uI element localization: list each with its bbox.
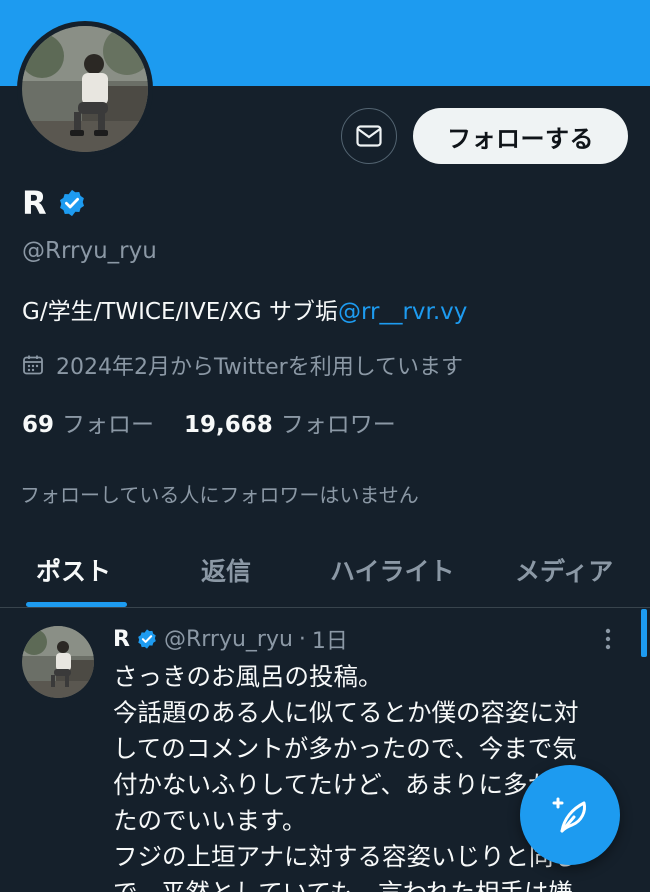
post-author-name[interactable]: R bbox=[113, 627, 130, 652]
joined-date: 2024年2月からTwitterを利用しています bbox=[22, 349, 463, 381]
following-stat[interactable]: 69 フォロー bbox=[22, 405, 154, 439]
more-vertical-icon[interactable] bbox=[604, 627, 612, 655]
tab-replies[interactable]: 返信 bbox=[201, 552, 251, 588]
calendar-icon bbox=[23, 355, 43, 375]
post-author-handle: @Rrryu_ryu bbox=[163, 626, 293, 652]
bio-mention-link[interactable]: @rr__rvr.vy bbox=[338, 299, 467, 325]
display-name: R bbox=[22, 184, 47, 222]
compose-feather-icon bbox=[552, 797, 586, 833]
post-line: さっきのお風呂の投稿。 bbox=[113, 662, 383, 691]
post-avatar-photo bbox=[22, 626, 94, 698]
profile-handle: @Rrryu_ryu bbox=[22, 238, 157, 264]
verified-badge-icon[interactable] bbox=[57, 188, 87, 218]
joined-text: 2024年2月からTwitterを利用しています bbox=[56, 355, 464, 380]
tab-highlights[interactable]: ハイライト bbox=[330, 552, 455, 588]
post-header: R @Rrryu_ryu · 1日 bbox=[113, 623, 348, 655]
envelope-icon bbox=[356, 125, 382, 147]
scroll-indicator bbox=[641, 609, 647, 657]
message-button[interactable] bbox=[341, 108, 397, 164]
post-avatar[interactable] bbox=[22, 626, 94, 698]
active-tab-indicator bbox=[26, 602, 127, 607]
followers-stat[interactable]: 19,668 フォロワー bbox=[184, 405, 396, 439]
follow-button[interactable]: フォローする bbox=[413, 108, 628, 164]
followers-count: 19,668 bbox=[184, 412, 273, 438]
tab-posts[interactable]: ポスト bbox=[36, 552, 111, 588]
post-line: 今話題のある人に似てるとか僕の容姿に対 bbox=[113, 698, 579, 727]
profile-bio: G/学生/TWICE/IVE/XG サブ垢@rr__rvr.vy bbox=[22, 292, 467, 326]
mutual-followers-note: フォローしている人にフォロワーはいません bbox=[20, 483, 419, 507]
profile-tabs: ポスト 返信 ハイライト メディア bbox=[0, 540, 650, 608]
tab-media[interactable]: メディア bbox=[515, 552, 613, 588]
verified-badge-icon bbox=[138, 629, 156, 649]
following-label: フォロー bbox=[62, 412, 155, 438]
post-line: してのコメントが多かったので、今まで気 bbox=[113, 734, 577, 763]
bio-text: G/学生/TWICE/IVE/XG サブ垢 bbox=[22, 299, 338, 325]
avatar-photo bbox=[22, 26, 148, 152]
profile-avatar[interactable] bbox=[17, 21, 153, 157]
compose-button[interactable] bbox=[520, 765, 620, 865]
post-separator: · bbox=[298, 626, 306, 652]
post-time[interactable]: 1日 bbox=[312, 623, 348, 655]
followers-label: フォロワー bbox=[280, 412, 396, 438]
following-count: 69 bbox=[22, 412, 55, 438]
post-line: で、平然としていても、言われた相手は嫌 bbox=[113, 875, 633, 892]
follow-stats: 69 フォロー 19,668 フォロワー bbox=[22, 405, 396, 439]
display-name-row: R bbox=[22, 184, 87, 222]
